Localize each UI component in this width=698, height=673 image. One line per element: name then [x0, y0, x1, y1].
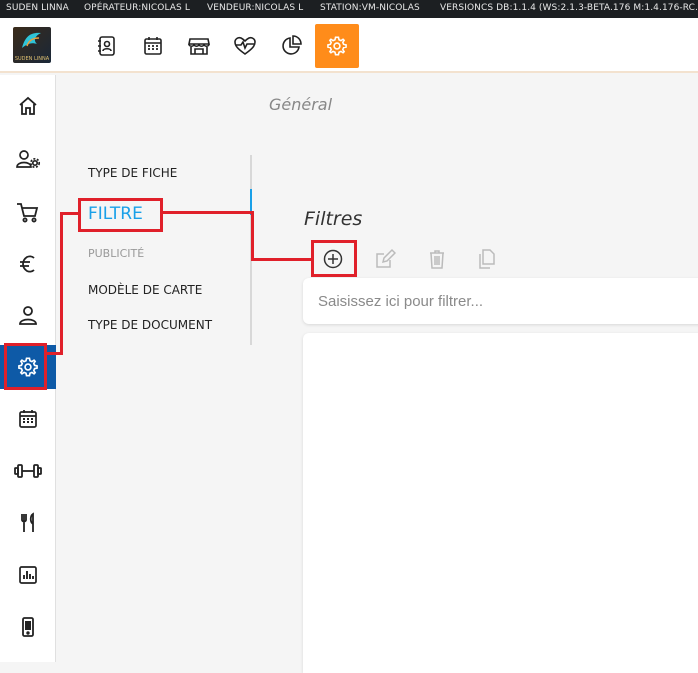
sidebar-item-members[interactable] [0, 137, 56, 181]
page-title: Général [269, 95, 333, 114]
gear-icon [327, 36, 347, 56]
logo-emblem-icon [22, 32, 41, 48]
trash-icon [430, 250, 444, 269]
annotation-line [163, 211, 253, 214]
filters-heading: Filtres [304, 208, 363, 230]
logo-text: SUDEN LINNA [14, 56, 50, 62]
sidebar-item-mobile[interactable] [0, 605, 56, 649]
sidebar-item-finance[interactable] [0, 242, 56, 286]
app-logo[interactable]: SUDEN LINNA [13, 27, 51, 63]
submenu-item-publicite[interactable]: PUBLICITÉ [88, 247, 144, 260]
sidebar-item-planning[interactable] [0, 397, 56, 441]
pie-chart-icon [282, 35, 302, 55]
annotation-line [60, 212, 63, 355]
top-toolbar: SUDEN LINNA [0, 18, 698, 73]
main-content: Général TYPE DE FICHE FILTRE PUBLICITÉ M… [57, 75, 698, 673]
contacts-icon [98, 36, 115, 56]
store-icon [188, 38, 210, 55]
submenu-item-modele-de-carte[interactable]: MODÈLE DE CARTE [88, 283, 202, 297]
calendar-icon [144, 37, 162, 55]
topnav-calendar-button[interactable] [131, 24, 175, 68]
copy-filter-button[interactable] [472, 245, 500, 273]
submenu-item-type-de-fiche[interactable]: TYPE DE FICHE [88, 166, 177, 180]
dumbbell-icon [14, 464, 42, 478]
company-name: SUDEN LINNA [6, 3, 69, 13]
sidebar-item-home[interactable] [0, 84, 56, 128]
cart-icon [17, 203, 39, 223]
station-label: STATION:VM-NICOLAS [320, 3, 420, 13]
annotation-line [251, 258, 311, 261]
topnav-stats-button[interactable] [269, 24, 313, 68]
topnav-store-button[interactable] [177, 24, 221, 68]
topnav-health-button[interactable] [223, 24, 267, 68]
edit-icon [376, 248, 396, 268]
mobile-icon [22, 617, 34, 637]
copy-icon [479, 249, 495, 269]
user-icon [19, 306, 37, 325]
filter-search-box [303, 278, 698, 324]
version-label: VERSIONCS DB:1.1.4 (WS:2.1.3-BETA.176 M:… [440, 3, 698, 13]
restaurant-icon [21, 512, 34, 532]
sidebar-item-restaurant[interactable] [0, 501, 56, 545]
filters-list-panel [303, 333, 698, 673]
sidebar-item-profile[interactable] [0, 293, 56, 337]
submenu-item-type-de-document[interactable]: TYPE DE DOCUMENT [88, 318, 212, 332]
annotation-line [251, 211, 254, 261]
calendar-icon [19, 410, 37, 428]
sidebar-item-reports[interactable] [0, 553, 56, 597]
filter-search-input[interactable] [303, 278, 698, 324]
annotation-box-filtre [78, 198, 163, 232]
sidebar-item-fitness[interactable] [0, 449, 56, 493]
edit-filter-button[interactable] [371, 245, 399, 273]
heartbeat-icon [234, 36, 256, 55]
topnav-settings-button[interactable] [315, 24, 359, 68]
annotation-box-add [311, 240, 357, 277]
chart-icon [19, 566, 37, 584]
user-settings-icon [16, 150, 41, 169]
seller-label: VENDEUR:NICOLAS L [207, 3, 304, 13]
euro-icon [20, 255, 35, 273]
topnav-contacts-button[interactable] [85, 24, 129, 68]
sidebar-item-shop[interactable] [0, 190, 56, 234]
status-bar: SUDEN LINNA OPÉRATEUR:NICOLAS L VENDEUR:… [0, 0, 698, 18]
operator-label: OPÉRATEUR:NICOLAS L [84, 3, 190, 13]
delete-filter-button[interactable] [423, 245, 451, 273]
annotation-line [47, 352, 63, 355]
home-icon [19, 96, 37, 115]
annotation-box-settings [4, 343, 47, 390]
